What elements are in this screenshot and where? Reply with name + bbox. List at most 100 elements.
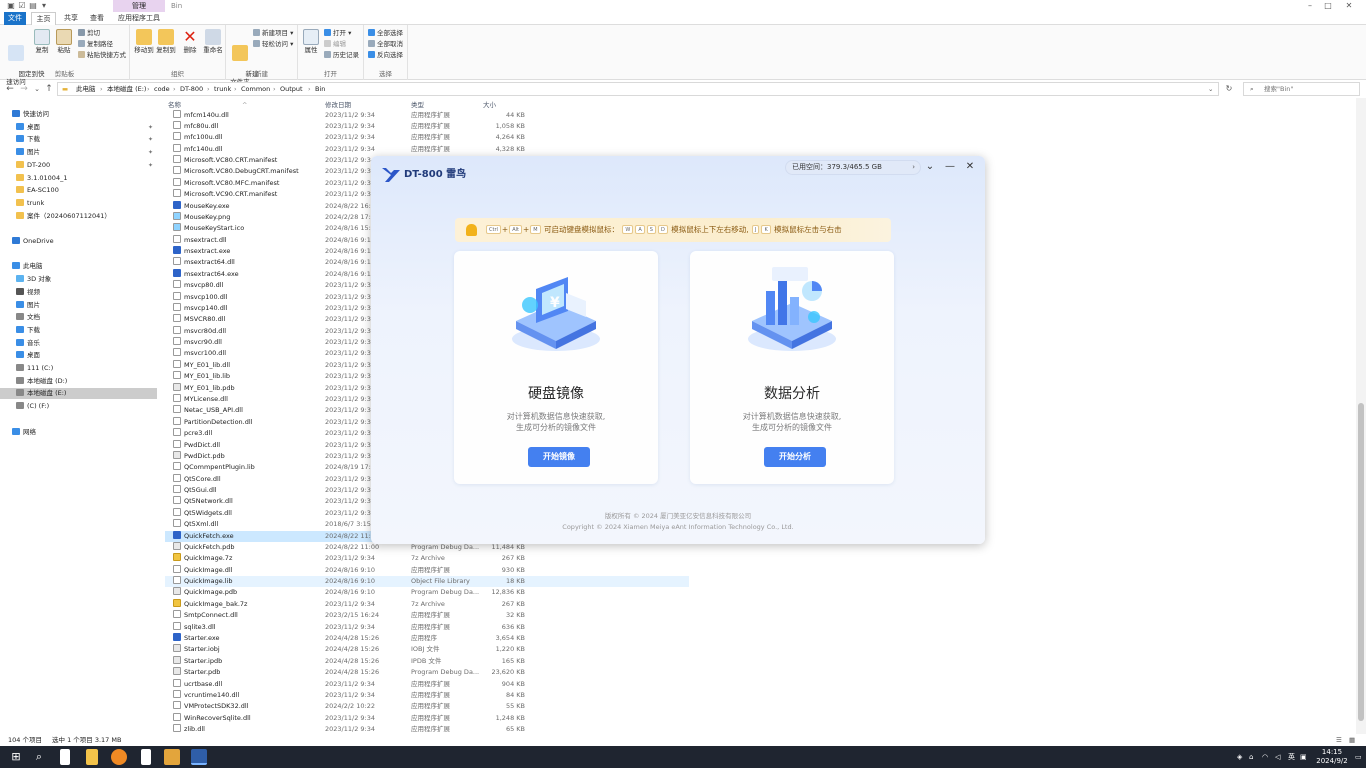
details-view-icon[interactable]: ☰ [1336, 734, 1342, 746]
file-row[interactable]: mfc100u.dll 2023/11/2 9:34 应用程序扩展 4,264 KB [165, 132, 689, 143]
paste-shortcut-button[interactable]: 粘贴快捷方式 [78, 51, 126, 60]
file-row[interactable]: Starter.iobj 2024/4/28 15:26 IOBJ 文件 1,220 … [165, 644, 689, 655]
nav-item[interactable]: 文档 [0, 312, 157, 323]
nav-item[interactable]: 桌面 ✦ [0, 122, 157, 133]
nav-item[interactable]: 此电脑 [0, 261, 157, 272]
forward-button[interactable]: → [18, 83, 30, 95]
nav-item[interactable]: trunk [0, 198, 157, 209]
close-button[interactable]: ✕ [1338, 0, 1360, 12]
volume-icon[interactable]: ◁ [1275, 746, 1280, 768]
app-minimize-button[interactable]: — [943, 160, 957, 174]
chevron-down-icon[interactable]: ⌄ [1208, 83, 1213, 95]
nav-item[interactable]: 本地磁盘 (E:) [0, 388, 157, 400]
nav-item[interactable]: 图片 ✦ [0, 147, 157, 158]
ime-indicator[interactable]: 英 [1288, 746, 1295, 768]
disk-image-card[interactable]: ¥ 硬盘镜像 对计算机数据信息快速获取, 生成可分析的镜像文件 开始镜像 [454, 251, 658, 484]
dropdown-icon[interactable]: ▾ [39, 1, 49, 11]
file-row[interactable]: WinRecoverSqlite.dll 2023/11/2 9:34 应用程序扩展… [165, 712, 689, 724]
network-icon[interactable]: ⌂ [1249, 746, 1253, 768]
tab-home[interactable]: 主页 [31, 12, 56, 25]
nav-item[interactable]: 下载 ✦ [0, 134, 157, 145]
wifi-icon[interactable]: ◠ [1262, 746, 1268, 768]
file-row[interactable]: SmtpConnect.dll 2023/2/15 16:24 应用程序扩展 32 K… [165, 610, 689, 621]
app-icon[interactable] [164, 749, 180, 765]
document-app-icon[interactable] [60, 749, 70, 765]
nav-item[interactable]: 网络 [0, 427, 157, 438]
nav-item[interactable]: DT-200 ✦ [0, 160, 157, 171]
breadcrumb-bin[interactable]: Bin [315, 83, 325, 95]
back-button[interactable]: ← [4, 83, 16, 95]
search-icon[interactable]: ⌕ [31, 749, 47, 765]
breadcrumb-drive-e[interactable]: 本地磁盘 (E:) [107, 83, 146, 95]
up-button[interactable]: ↑ [43, 83, 55, 95]
move-to-button[interactable]: 移动到 [133, 29, 155, 54]
refresh-button[interactable]: ↻ [1223, 83, 1235, 95]
file-row[interactable]: QuickImage.lib 2024/8/16 9:10 Object File … [165, 576, 689, 588]
shield-icon[interactable]: ◈ [1237, 746, 1242, 768]
rename-button[interactable]: 重命名 [202, 29, 224, 54]
search-app-icon[interactable] [111, 749, 127, 765]
start-analysis-button[interactable]: 开始分析 [764, 447, 826, 467]
tab-share[interactable]: 共享 [60, 12, 82, 25]
invert-selection-button[interactable]: 反向选择 [368, 51, 403, 60]
copy-path-button[interactable]: 复制路径 [78, 40, 113, 49]
column-modified[interactable]: 修改日期 [325, 100, 351, 110]
app-menu-chevron-down-icon[interactable]: ⌄ [923, 160, 937, 174]
disk-space-indicator[interactable]: 已用空间：379.3/465.5 GB › [785, 160, 921, 175]
column-type[interactable]: 类型 [411, 100, 424, 110]
start-image-button[interactable]: 开始镜像 [528, 447, 590, 467]
properties-button[interactable]: 属性 [301, 29, 321, 54]
recent-dropdown[interactable]: ⌄ [31, 83, 43, 95]
cut-button[interactable]: 剪切 [78, 29, 100, 38]
paste-button[interactable]: 粘贴 [54, 29, 74, 54]
nav-item[interactable]: 下载 [0, 325, 157, 336]
notification-icon[interactable]: ▭ [1355, 746, 1362, 768]
nav-item[interactable]: 本地磁盘 (D:) [0, 376, 157, 387]
file-row[interactable]: Starter.pdb 2024/4/28 15:26 Program Debug … [165, 667, 689, 678]
copy-to-button[interactable]: 复制到 [155, 29, 177, 54]
file-row[interactable]: sqlite3.dll 2023/11/2 9:34 应用程序扩展 636 KB [165, 621, 689, 633]
tab-view[interactable]: 查看 [86, 12, 108, 25]
file-row[interactable]: VMProtectSDK32.dll 2024/2/2 10:22 应用程序扩展 55… [165, 701, 689, 712]
dt800-taskbar-icon[interactable] [191, 749, 207, 765]
column-size[interactable]: 大小 [483, 100, 496, 110]
easy-access-button[interactable]: 轻松访问 ▾ [253, 40, 293, 49]
file-row[interactable]: vcruntime140.dll 2023/11/2 9:34 应用程序扩展 84 K… [165, 689, 689, 701]
delete-button[interactable]: ✕ 删除 [180, 29, 200, 55]
nav-item[interactable]: EA-SC100 [0, 185, 157, 196]
breadcrumb-code[interactable]: code [154, 83, 170, 95]
vertical-scrollbar[interactable] [1356, 98, 1366, 734]
file-row[interactable]: mfc140u.dll 2023/11/2 9:34 应用程序扩展 4,328 KB [165, 143, 689, 155]
folder-icon[interactable]: ▤ [28, 1, 38, 11]
clock[interactable]: 14:15 2024/9/2 [1312, 748, 1352, 766]
maximize-button[interactable]: □ [1317, 0, 1339, 12]
notepad-icon[interactable] [141, 749, 151, 765]
windows-start-icon[interactable]: ⊞ [8, 749, 24, 765]
select-all-button[interactable]: 全部选择 [368, 29, 403, 38]
search-input[interactable]: ⌕ 搜索"Bin" [1243, 82, 1360, 96]
file-row[interactable]: ucrtbase.dll 2023/11/2 9:34 应用程序扩展 904 KB [165, 678, 689, 690]
file-row[interactable]: mfc80u.dll 2023/11/2 9:34 应用程序扩展 1,058 KB [165, 120, 689, 132]
open-button[interactable]: 打开 ▾ [324, 29, 351, 38]
tiles-view-icon[interactable]: ▦ [1349, 734, 1355, 746]
nav-item[interactable]: 桌面 [0, 350, 157, 361]
nav-item[interactable]: 案件（20240607112041） [0, 211, 157, 222]
file-row[interactable]: QuickImage_bak.7z 2023/11/2 9:34 7z Archiv… [165, 598, 689, 610]
properties-icon[interactable]: ☑ [17, 1, 27, 11]
app-close-button[interactable]: ✕ [963, 160, 977, 174]
breadcrumb-trunk[interactable]: trunk [214, 83, 231, 95]
nav-item[interactable]: 图片 [0, 300, 157, 311]
file-row[interactable]: Starter.ipdb 2024/4/28 15:26 IPDB 文件 165 KB [165, 655, 689, 667]
tray-app-icon[interactable]: ▣ [1300, 746, 1307, 768]
nav-item[interactable]: 快速访问 [0, 109, 157, 120]
nav-item[interactable]: 111 (C:) [0, 363, 157, 374]
copy-button[interactable]: 复制 [32, 29, 52, 54]
save-icon[interactable]: ▣ [6, 1, 16, 11]
data-analysis-card[interactable]: 数据分析 对计算机数据信息快速获取, 生成可分析的镜像文件 开始分析 [690, 251, 894, 484]
file-row[interactable]: mfcm140u.dll 2023/11/2 9:34 应用程序扩展 44 KB [165, 109, 689, 121]
manage-tab[interactable]: 管理 [113, 0, 165, 12]
breadcrumb-this-pc[interactable]: 此电脑 [76, 83, 96, 95]
nav-item[interactable]: 3D 对象 [0, 274, 157, 285]
file-row[interactable]: Starter.exe 2024/4/28 15:26 应用程序 3,654 KB [165, 632, 689, 644]
column-name[interactable]: 名称 [168, 100, 181, 110]
